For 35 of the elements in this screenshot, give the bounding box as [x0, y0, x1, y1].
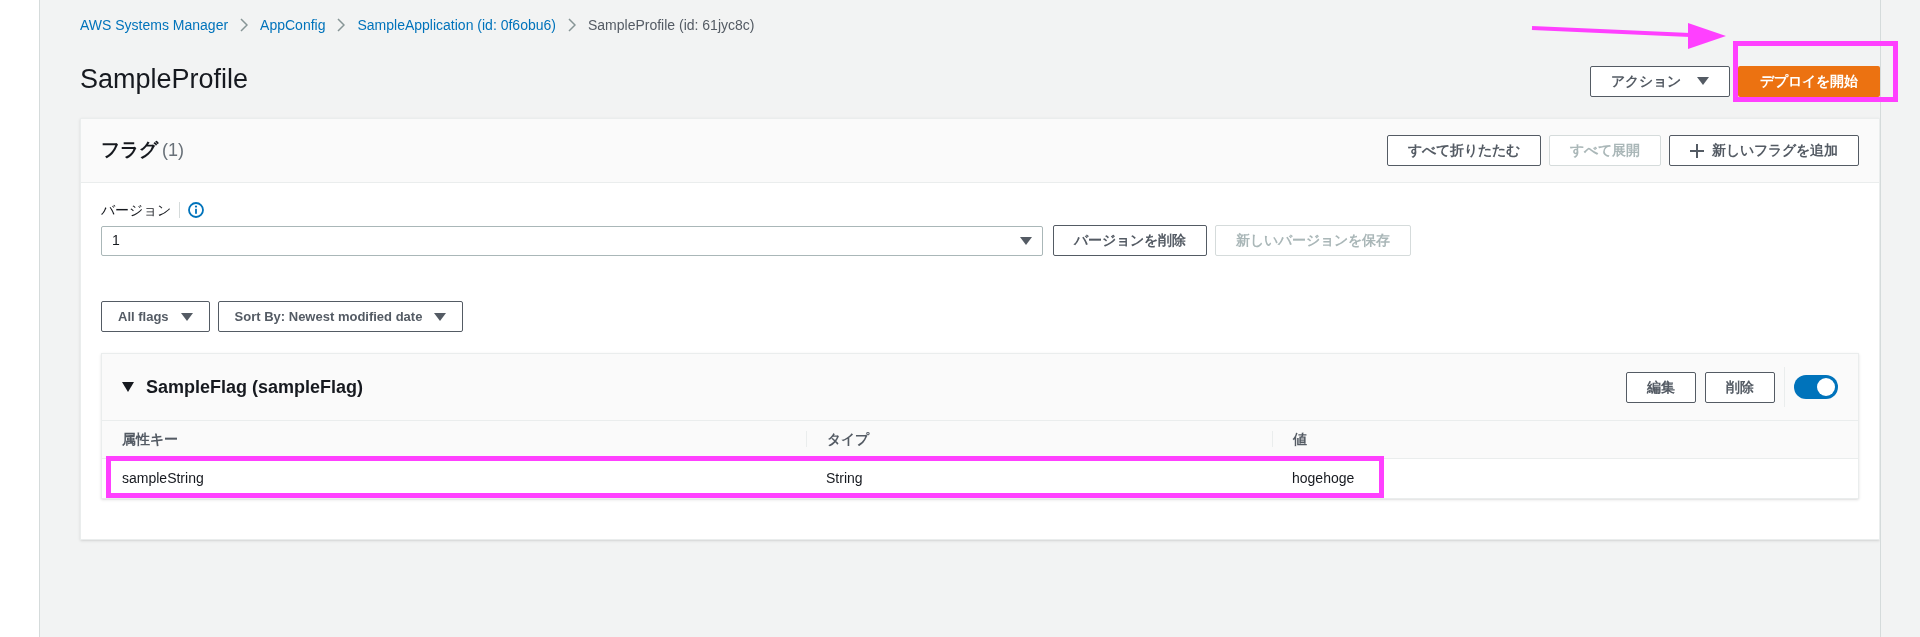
panel-title: フラグ	[101, 138, 158, 163]
version-select[interactable]: 1	[101, 225, 1043, 256]
flag-button[interactable]: 編集	[1626, 371, 1696, 403]
version-button[interactable]: バージョンを削除	[1053, 225, 1207, 256]
filter-dropdown[interactable]: All flags	[101, 301, 210, 332]
filter-dropdown[interactable]: Sort By: Newest modified date	[217, 301, 464, 332]
plus-icon	[1690, 143, 1704, 158]
breadcrumb-current: SampleProfile (id: 61jyc8c)	[587, 15, 755, 35]
caret-icon[interactable]	[122, 382, 134, 392]
caret-icon	[180, 312, 193, 321]
chevron-icon	[337, 18, 346, 32]
version-label: バージョン	[101, 200, 171, 220]
column-header: 値	[1272, 430, 1307, 447]
caret-icon	[434, 312, 447, 321]
column-header: タイプ	[806, 430, 869, 447]
flag-count: (1)	[162, 139, 184, 163]
caret-icon	[1020, 236, 1032, 245]
actions-dropdown[interactable]: アクション	[1590, 65, 1730, 97]
add-flag-button[interactable]: 新しいフラグを追加	[1669, 135, 1859, 166]
toggle-switch[interactable]	[1794, 375, 1838, 399]
flag-button[interactable]: 削除	[1705, 371, 1775, 403]
chevron-icon	[240, 18, 249, 32]
table-cell: sampleString	[122, 469, 204, 486]
info-icon[interactable]	[188, 202, 204, 218]
caret-icon	[1697, 77, 1709, 85]
breadcrumb-link[interactable]: AWS Systems Manager	[80, 14, 229, 36]
page-title: SampleProfile	[80, 62, 249, 96]
chevron-icon	[567, 18, 576, 32]
flag-title: SampleFlag (sampleFlag)	[146, 375, 364, 399]
breadcrumb-link[interactable]: AppConfig	[260, 14, 326, 36]
table-cell: String	[826, 469, 863, 486]
column-header: 属性キー	[121, 430, 178, 447]
breadcrumb-link[interactable]: SampleApplication (id: 0f6obu6)	[357, 14, 556, 36]
table-cell: hogehoge	[1292, 469, 1355, 486]
panel-button[interactable]: すべて折りたたむ	[1387, 135, 1541, 166]
